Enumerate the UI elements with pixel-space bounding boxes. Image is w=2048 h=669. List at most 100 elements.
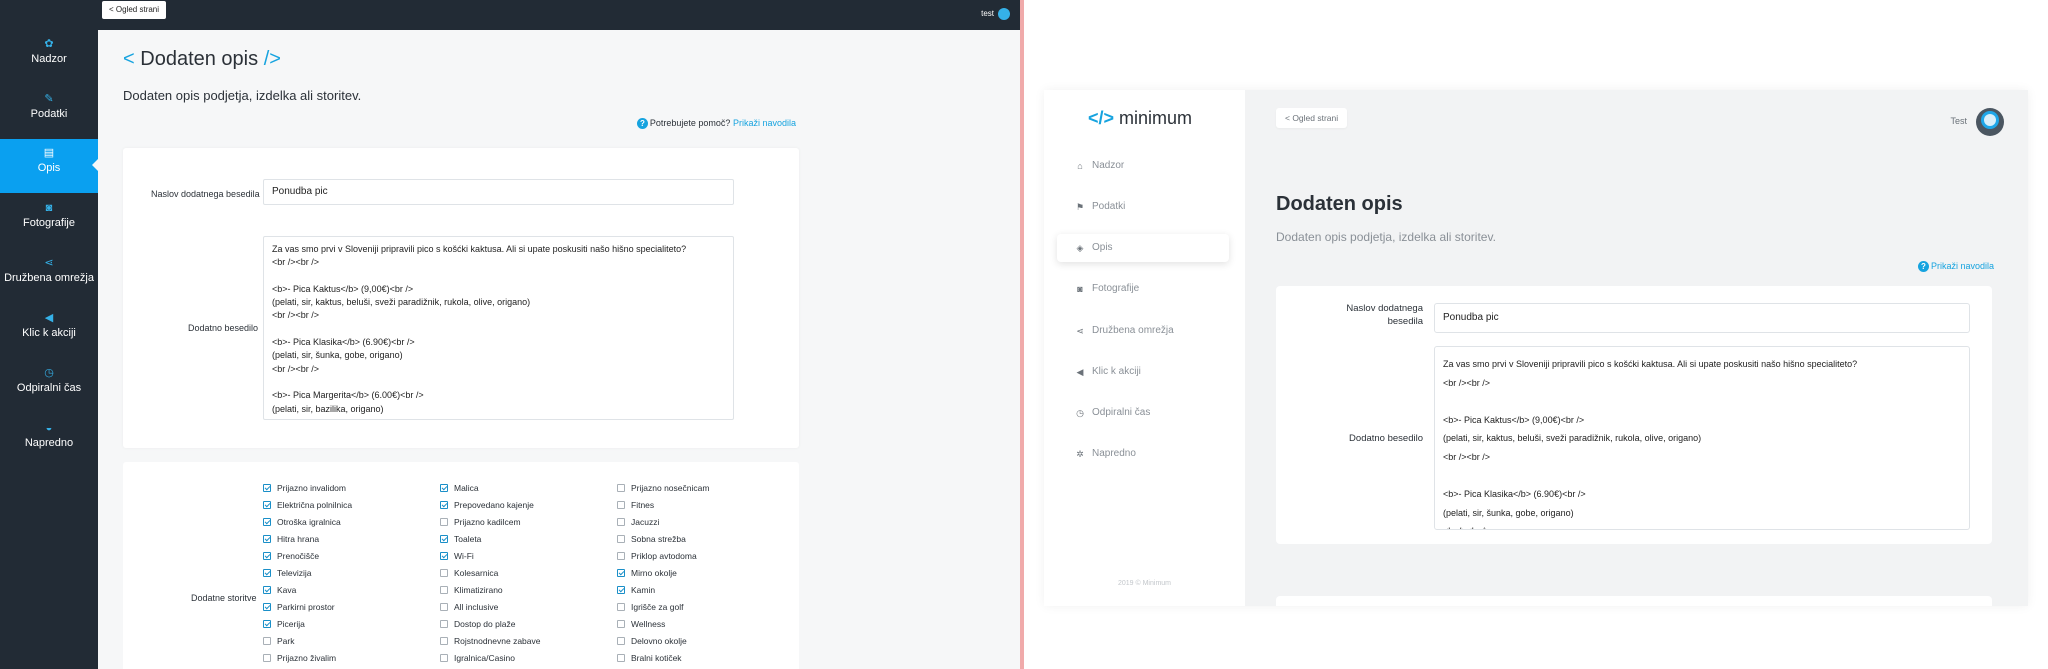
left-nav-nadzor[interactable]: ✿ Nadzor [0, 30, 98, 84]
service-checkbox[interactable]: Delovno okolje [617, 636, 687, 646]
user-menu[interactable]: Test [1950, 107, 2004, 136]
checkbox-empty-icon[interactable] [617, 603, 625, 611]
description-textarea[interactable]: Za vas smo prvi v Sloveniji pripravili p… [263, 236, 734, 420]
service-checkbox[interactable]: Toaleta [440, 534, 481, 544]
checkbox-checked-icon[interactable] [440, 501, 448, 509]
service-checkbox[interactable]: Fitnes [617, 500, 654, 510]
checkbox-checked-icon[interactable] [617, 569, 625, 577]
checkbox-empty-icon[interactable] [440, 603, 448, 611]
checkbox-checked-icon[interactable] [263, 552, 271, 560]
checkbox-checked-icon[interactable] [263, 603, 271, 611]
left-nav-napredno[interactable]: ◒ Napredno [0, 414, 98, 468]
preview-page-button[interactable]: < Ogled strani [102, 1, 167, 19]
service-checkbox[interactable]: Otroška igralnica [263, 517, 341, 527]
service-checkbox[interactable]: Dostop do plaže [440, 619, 515, 629]
checkbox-checked-icon[interactable] [440, 552, 448, 560]
user-menu[interactable]: test [981, 8, 1010, 20]
checkbox-empty-icon[interactable] [263, 654, 271, 662]
checkbox-empty-icon[interactable] [440, 518, 448, 526]
checkbox-empty-icon[interactable] [440, 569, 448, 577]
title-input[interactable]: Ponudba pic [1434, 303, 1970, 333]
service-label: Malica [454, 483, 479, 493]
service-checkbox[interactable]: Prepovedano kajenje [440, 500, 534, 510]
checkbox-empty-icon[interactable] [617, 552, 625, 560]
service-label: Wellness [631, 619, 666, 629]
service-checkbox[interactable]: Parkirni prostor [263, 602, 335, 612]
checkbox-checked-icon[interactable] [617, 586, 625, 594]
show-instructions-link[interactable]: ? Prikaži navodila [1917, 261, 1994, 272]
checkbox-checked-icon[interactable] [263, 586, 271, 594]
checkbox-empty-icon[interactable] [617, 535, 625, 543]
service-checkbox[interactable]: Malica [440, 483, 479, 493]
logo[interactable]: </> minimum [1088, 108, 1192, 129]
left-nav-label: Klic k akciji [22, 327, 76, 339]
checkbox-checked-icon[interactable] [263, 518, 271, 526]
right-nav-klic-k-akciji[interactable]: ◀ Klic k akciji [1057, 358, 1229, 386]
service-checkbox[interactable]: Rojstnodnevne zabave [440, 636, 540, 646]
left-nav-klic-k-akciji[interactable]: ◀ Klic k akciji [0, 304, 98, 358]
left-nav-odpiralni-cas[interactable]: ◷ Odpiralni čas [0, 359, 98, 413]
service-checkbox[interactable]: All inclusive [440, 602, 498, 612]
service-checkbox[interactable]: Kava [263, 585, 296, 595]
left-nav-fotografije[interactable]: ◙ Fotografije [0, 194, 98, 248]
right-nav-odpiralni-cas[interactable]: ◷ Odpiralni čas [1057, 399, 1229, 427]
right-nav-opis[interactable]: ◈ Opis [1057, 234, 1229, 262]
checkbox-empty-icon[interactable] [617, 501, 625, 509]
service-label: Kamin [631, 585, 656, 595]
checkbox-empty-icon[interactable] [263, 637, 271, 645]
checkbox-checked-icon[interactable] [263, 620, 271, 628]
checkbox-checked-icon[interactable] [263, 535, 271, 543]
checkbox-checked-icon[interactable] [440, 484, 448, 492]
checkbox-empty-icon[interactable] [617, 484, 625, 492]
service-checkbox[interactable]: Električna polnilnica [263, 500, 352, 510]
checkbox-empty-icon[interactable] [440, 637, 448, 645]
preview-page-button[interactable]: < Ogled strani [1276, 108, 1348, 128]
service-checkbox[interactable]: Wellness [617, 619, 665, 629]
checkbox-checked-icon[interactable] [440, 535, 448, 543]
service-checkbox[interactable]: Televizija [263, 568, 312, 578]
service-checkbox[interactable]: Kamin [617, 585, 655, 595]
right-nav-podatki[interactable]: ⚑ Podatki [1057, 193, 1229, 221]
right-nav-fotografije[interactable]: ◙ Fotografije [1057, 275, 1229, 303]
title-input[interactable]: Ponudba pic [263, 179, 734, 205]
service-checkbox[interactable]: Sobna strežba [617, 534, 686, 544]
service-checkbox[interactable]: Prijazno živalim [263, 653, 336, 663]
checkbox-empty-icon[interactable] [617, 637, 625, 645]
service-checkbox[interactable]: Klimatizirano [440, 585, 503, 595]
right-nav-nadzor[interactable]: ⌂ Nadzor [1057, 152, 1229, 180]
right-nav-napredno[interactable]: ✲ Napredno [1057, 440, 1229, 468]
service-checkbox[interactable]: Igrišče za golf [617, 602, 683, 612]
right-nav-label: Opis [1092, 242, 1113, 253]
service-checkbox[interactable]: Prijazno invalidom [263, 483, 346, 493]
service-checkbox[interactable]: Bralni kotiček [617, 653, 682, 663]
show-instructions-link[interactable]: Prikaži navodila [733, 118, 796, 128]
service-checkbox[interactable]: Prenočišče [263, 551, 319, 561]
book-icon: ▤ [43, 147, 55, 159]
checkbox-empty-icon[interactable] [617, 654, 625, 662]
back-bracket[interactable]: < [123, 48, 135, 70]
service-checkbox[interactable]: Wi-Fi [440, 551, 474, 561]
service-checkbox[interactable]: Prijazno kadilcem [440, 517, 521, 527]
service-checkbox[interactable]: Priklop avtodoma [617, 551, 697, 561]
left-nav-podatki[interactable]: ✎ Podatki [0, 85, 98, 139]
left-nav-druzbena-omrezja[interactable]: ⋖ Družbena omrežja [0, 249, 98, 303]
service-checkbox[interactable]: Hitra hrana [263, 534, 319, 544]
right-nav-druzbena-omrezja[interactable]: ⋖ Družbena omrežja [1057, 317, 1229, 345]
service-checkbox[interactable]: Kolesarnica [440, 568, 498, 578]
checkbox-empty-icon[interactable] [440, 620, 448, 628]
checkbox-checked-icon[interactable] [263, 569, 271, 577]
checkbox-checked-icon[interactable] [263, 501, 271, 509]
service-checkbox[interactable]: Park [263, 636, 294, 646]
left-nav-opis[interactable]: ▤ Opis [0, 139, 98, 193]
service-checkbox[interactable]: Mirno okolje [617, 568, 677, 578]
checkbox-empty-icon[interactable] [440, 586, 448, 594]
description-textarea[interactable]: Za vas smo prvi v Sloveniji pripravili p… [1434, 346, 1970, 530]
service-checkbox[interactable]: Igralnica/Casino [440, 653, 515, 663]
checkbox-empty-icon[interactable] [617, 518, 625, 526]
checkbox-empty-icon[interactable] [617, 620, 625, 628]
service-checkbox[interactable]: Prijazno nosečnicam [617, 483, 709, 493]
checkbox-checked-icon[interactable] [263, 484, 271, 492]
checkbox-empty-icon[interactable] [440, 654, 448, 662]
service-checkbox[interactable]: Jacuzzi [617, 517, 659, 527]
service-checkbox[interactable]: Picerija [263, 619, 305, 629]
